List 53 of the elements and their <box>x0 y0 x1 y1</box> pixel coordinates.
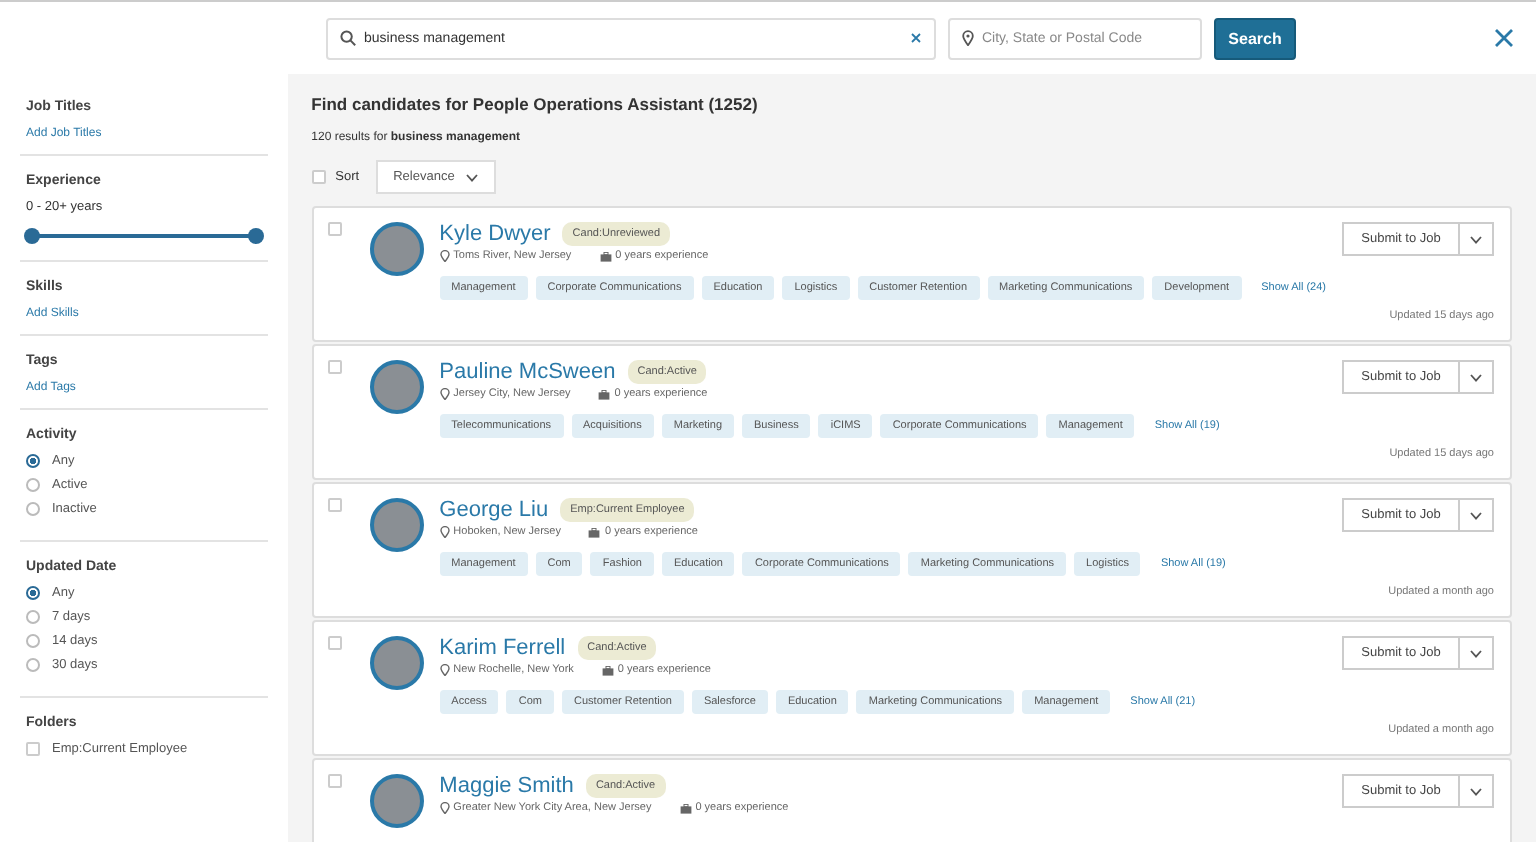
map-pin-icon <box>439 526 450 538</box>
map-pin-icon <box>439 388 450 400</box>
dropdown-button[interactable] <box>1460 222 1494 256</box>
briefcase-icon <box>679 803 692 813</box>
checkbox[interactable] <box>26 742 40 756</box>
chevron-down-icon <box>1470 787 1482 795</box>
page-heading: Find candidates for People Operations Assistant (1252) <box>311 94 760 114</box>
checkbox[interactable] <box>327 636 342 650</box>
map-pin-icon <box>439 250 450 262</box>
checkbox[interactable] <box>311 170 326 184</box>
close-icon[interactable] <box>1494 28 1514 48</box>
candidate-name-link[interactable]: Karim Ferrell <box>439 636 566 660</box>
avatar-placeholder <box>369 360 424 414</box>
candidate-name-link[interactable]: Pauline McSween <box>439 360 616 384</box>
radio-button[interactable] <box>26 478 40 492</box>
radio-button[interactable] <box>26 610 40 624</box>
checkbox[interactable] <box>327 360 342 374</box>
avatar-placeholder <box>369 636 424 690</box>
radio-button[interactable] <box>26 502 40 516</box>
map-pin-icon <box>439 802 450 814</box>
dropdown-button[interactable] <box>1460 498 1494 532</box>
search-button[interactable]: Search <box>1214 17 1296 59</box>
radio-button[interactable] <box>26 454 40 468</box>
radio-button[interactable] <box>26 586 40 600</box>
search-icon <box>340 30 356 46</box>
checkbox[interactable] <box>327 222 342 236</box>
briefcase-icon <box>588 527 601 537</box>
dropdown-button[interactable] <box>1460 774 1494 808</box>
avatar-placeholder <box>369 222 424 276</box>
chevron-down-icon <box>466 173 479 181</box>
clear-icon[interactable] <box>910 32 922 44</box>
chevron-down-icon <box>1470 235 1482 243</box>
briefcase-icon <box>601 665 614 675</box>
briefcase-icon <box>599 251 612 261</box>
chevron-down-icon <box>1470 649 1482 657</box>
avatar-placeholder <box>369 498 424 552</box>
dropdown-button[interactable] <box>1460 636 1494 670</box>
dropdown-button[interactable] <box>1460 360 1494 394</box>
avatar-placeholder <box>369 774 424 828</box>
chevron-down-icon <box>1470 373 1482 381</box>
chevron-down-icon <box>1470 511 1482 519</box>
map-pin-icon <box>439 664 450 676</box>
candidate-name-link[interactable]: Maggie Smith <box>439 774 574 798</box>
slider-handle[interactable] <box>24 228 40 244</box>
radio-button[interactable] <box>26 634 40 648</box>
radio-button[interactable] <box>26 658 40 672</box>
checkbox[interactable] <box>327 774 342 788</box>
briefcase-icon <box>598 389 611 399</box>
slider-handle[interactable] <box>247 228 264 244</box>
checkbox[interactable] <box>327 498 342 512</box>
candidate-name-link[interactable]: George Liu <box>439 498 549 522</box>
candidate-name-link[interactable]: Kyle Dwyer <box>439 222 551 246</box>
map-pin-icon <box>962 30 974 46</box>
